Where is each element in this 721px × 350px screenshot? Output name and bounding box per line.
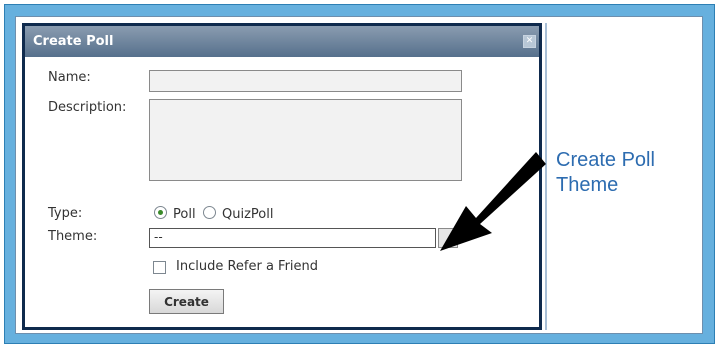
dialog-title: Create Poll bbox=[33, 34, 114, 49]
poll-radio-label: Poll bbox=[173, 207, 196, 222]
quizpoll-radio-label: QuizPoll bbox=[222, 207, 274, 222]
quizpoll-radio[interactable] bbox=[203, 206, 216, 219]
type-label: Type: bbox=[48, 206, 83, 221]
name-label: Name: bbox=[48, 70, 91, 85]
name-field[interactable] bbox=[149, 70, 462, 92]
theme-select[interactable]: -- bbox=[149, 228, 436, 248]
pointer-arrow-icon bbox=[440, 152, 546, 251]
annotation-line-1: Create Poll bbox=[556, 149, 655, 171]
close-icon[interactable]: ✕ bbox=[523, 35, 536, 48]
poll-radio[interactable] bbox=[154, 206, 167, 219]
annotation-line-2: Theme bbox=[556, 174, 619, 196]
create-button[interactable]: Create bbox=[149, 289, 224, 314]
description-label: Description: bbox=[48, 100, 127, 115]
refer-friend-label: Include Refer a Friend bbox=[176, 259, 319, 274]
refer-friend-checkbox[interactable] bbox=[153, 261, 166, 274]
dialog-titlebar: Create Poll ✕ bbox=[25, 26, 539, 57]
annotation-callout: Create Poll Theme bbox=[556, 148, 696, 198]
description-field[interactable] bbox=[149, 99, 462, 181]
theme-label: Theme: bbox=[48, 229, 98, 244]
